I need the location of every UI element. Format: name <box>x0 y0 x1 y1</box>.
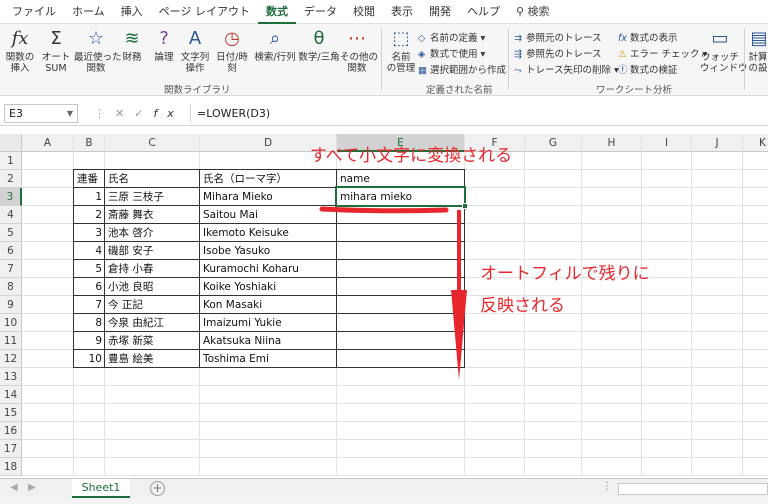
tab-split-icon[interactable]: ⋮ <box>602 481 612 492</box>
red-arrow-head <box>451 290 467 380</box>
sheet-tab-bar: ◀ ▶ Sheet1 + ⋮ <box>0 478 768 498</box>
red-underline <box>319 206 449 214</box>
horizontal-scrollbar[interactable] <box>618 483 768 495</box>
add-sheet-icon[interactable]: + <box>150 481 165 496</box>
next-sheet-icon[interactable]: ▶ <box>28 482 36 493</box>
sheet-tab-sheet1[interactable]: Sheet1 <box>72 479 130 498</box>
status-bar <box>0 498 768 504</box>
annotation-overlay <box>319 206 467 380</box>
prev-sheet-icon[interactable]: ◀ <box>10 482 18 493</box>
